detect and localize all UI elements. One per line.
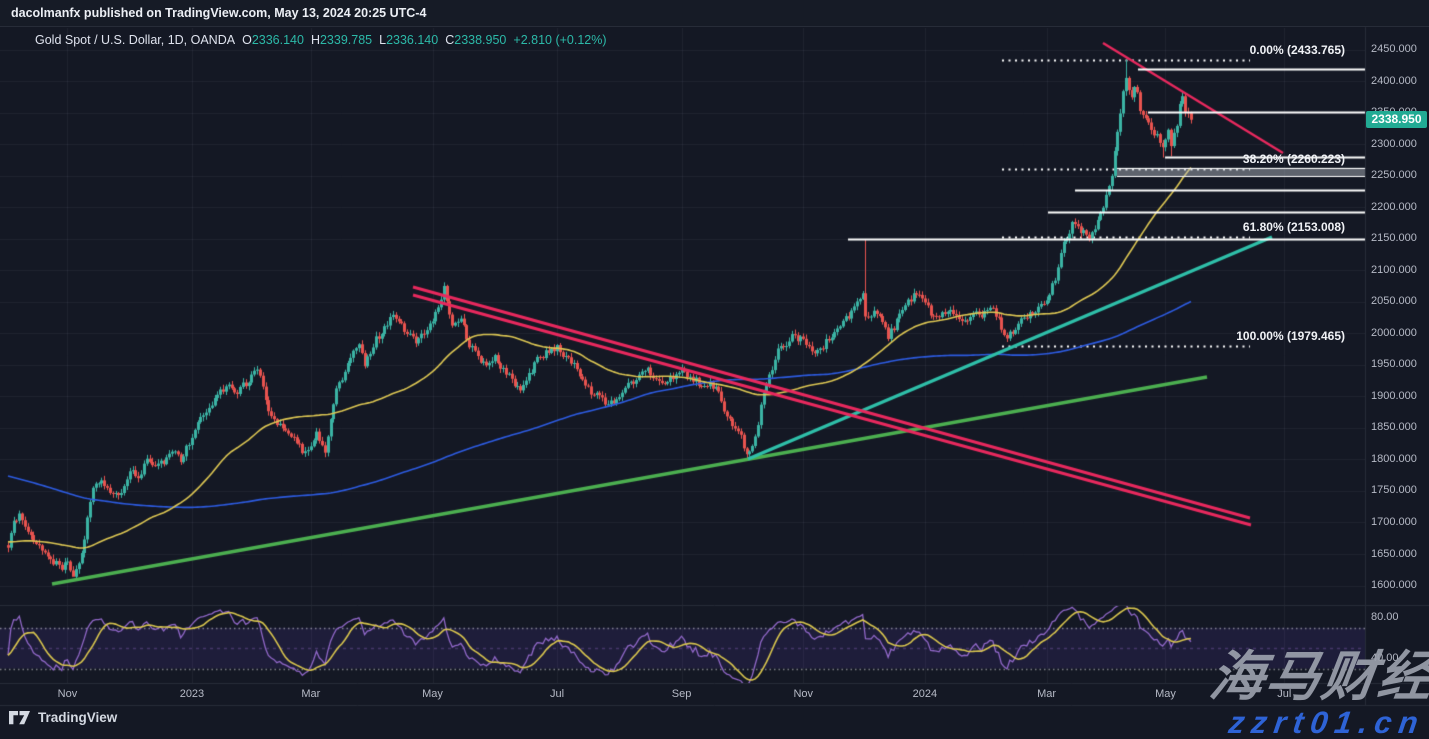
rsi-axis-label: 80.00: [1371, 611, 1399, 623]
price-axis-label: 1850.000: [1371, 421, 1417, 433]
last-price-badge: 2338.950: [1366, 111, 1427, 128]
price-axis-label: 2450.000: [1371, 43, 1417, 55]
price-axis-label: 2150.000: [1371, 232, 1417, 244]
tradingview-brand-text: TradingView: [38, 710, 117, 725]
price-axis-label: 1600.000: [1371, 579, 1417, 591]
tradingview-chart-window: dacolmanfx published on TradingView.com,…: [0, 0, 1429, 739]
time-axis-label: 2023: [180, 688, 204, 700]
price-axis-label: 2200.000: [1371, 201, 1417, 213]
fib-level-label: 0.00% (2433.765): [1250, 43, 1345, 57]
time-axis-label: Sep: [672, 688, 692, 700]
price-axis-label: 2400.000: [1371, 75, 1417, 87]
fib-level-label: 61.80% (2153.008): [1243, 220, 1345, 234]
price-axis-label: 2050.000: [1371, 295, 1417, 307]
time-axis-label: May: [1155, 688, 1176, 700]
change-value: +2.810 (+0.12%): [513, 33, 606, 47]
time-axis-label: Nov: [58, 688, 78, 700]
time-axis-label: Mar: [301, 688, 320, 700]
close-label: C: [445, 33, 454, 47]
low-value: 2336.140: [386, 33, 438, 47]
time-axis-label: May: [422, 688, 443, 700]
tradingview-attribution[interactable]: TradingView: [9, 710, 117, 725]
price-axis-label: 2100.000: [1371, 264, 1417, 276]
time-axis-label: 2024: [913, 688, 937, 700]
price-axis-label: 1900.000: [1371, 390, 1417, 402]
open-label: O: [242, 33, 252, 47]
high-value: 2339.785: [320, 33, 372, 47]
close-value: 2338.950: [454, 33, 506, 47]
price-axis-label: 2250.000: [1371, 169, 1417, 181]
time-axis-label: Nov: [793, 688, 813, 700]
price-chart-canvas[interactable]: [0, 0, 1429, 739]
publish-text: dacolmanfx published on TradingView.com,…: [11, 6, 426, 20]
time-axis-label: Mar: [1037, 688, 1056, 700]
last-price-text: 2338.950: [1371, 112, 1421, 126]
high-label: H: [311, 33, 320, 47]
fib-level-label: 100.00% (1979.465): [1236, 329, 1345, 343]
watermark-url: zzrt01.cn: [1227, 705, 1428, 739]
open-value: 2336.140: [252, 33, 304, 47]
watermark-cn: 海马财经: [1205, 632, 1429, 711]
price-axis-label: 1750.000: [1371, 484, 1417, 496]
price-axis-label: 2000.000: [1371, 327, 1417, 339]
price-axis-label: 1650.000: [1371, 548, 1417, 560]
tradingview-logo-icon: [9, 710, 31, 725]
price-axis-label: 1800.000: [1371, 453, 1417, 465]
publish-bar: dacolmanfx published on TradingView.com,…: [0, 0, 1429, 27]
price-axis-label: 2300.000: [1371, 138, 1417, 150]
chart-legend[interactable]: Gold Spot / U.S. Dollar, 1D, OANDAO2336.…: [35, 33, 607, 47]
symbol-title[interactable]: Gold Spot / U.S. Dollar, 1D, OANDA: [35, 33, 235, 47]
price-axis-label: 1700.000: [1371, 516, 1417, 528]
price-axis-label: 1950.000: [1371, 358, 1417, 370]
fib-level-label: 38.20% (2260.223): [1243, 152, 1345, 166]
time-axis-label: Jul: [550, 688, 564, 700]
